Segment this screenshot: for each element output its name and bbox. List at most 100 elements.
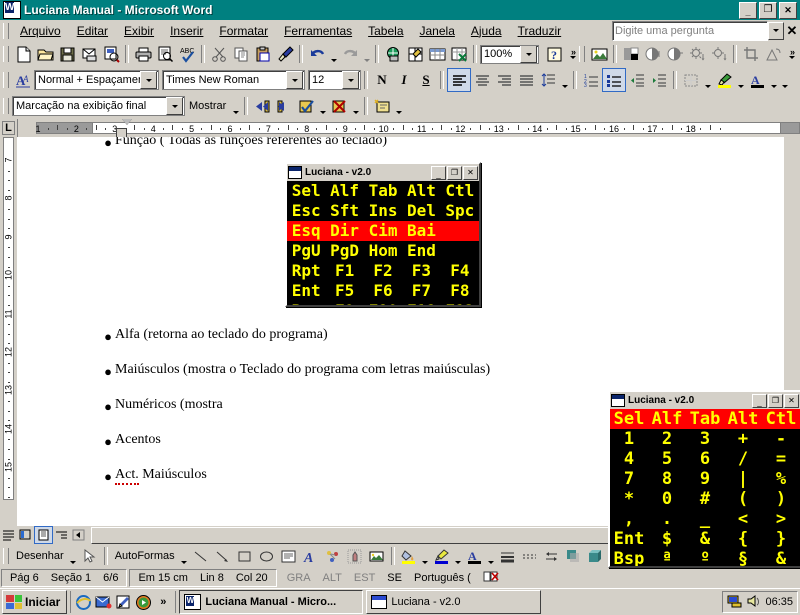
show-desktop-icon[interactable] [113, 592, 133, 612]
keypad-key[interactable]: F1 [325, 261, 363, 281]
web-layout-view-icon[interactable] [17, 527, 34, 543]
rectangle-icon[interactable] [234, 545, 256, 567]
line-icon[interactable] [190, 545, 212, 567]
insert-picture-icon[interactable] [588, 43, 610, 65]
menu-ajuda[interactable]: Ajuda [463, 22, 510, 40]
align-right-icon[interactable] [493, 69, 515, 91]
keypad-key[interactable]: Sel [287, 181, 325, 201]
arrow-icon[interactable] [212, 545, 234, 567]
more-buttons-icon[interactable] [779, 68, 790, 92]
keypad-key[interactable]: > [762, 509, 800, 529]
keypad-key[interactable]: F5 [325, 281, 363, 301]
keypad-key[interactable]: F3 [402, 261, 440, 281]
show-menu-button[interactable]: Mostrar [185, 100, 230, 112]
menu-janela[interactable]: Janela [412, 22, 463, 40]
font-combo[interactable]: Times New Roman [162, 70, 305, 90]
keypad-key[interactable]: % [762, 469, 800, 489]
paste-clipboard-icon[interactable] [252, 43, 274, 65]
keypad-key[interactable]: Sel [610, 409, 648, 429]
outline-view-icon[interactable] [53, 527, 70, 543]
keypad-key[interactable]: 0 [648, 489, 686, 509]
keypad-key[interactable]: F8 [441, 281, 479, 301]
keypad-key[interactable]: 1 [610, 429, 648, 449]
insert-table-icon[interactable] [426, 43, 448, 65]
wordart-icon[interactable]: A [300, 545, 322, 567]
keypad-key[interactable]: Hom [364, 241, 402, 261]
increase-indent-icon[interactable] [648, 69, 670, 91]
new-comment-icon[interactable] [371, 95, 393, 117]
keypad-key[interactable]: Dir [325, 221, 363, 241]
cut-scissors-icon[interactable] [208, 43, 230, 65]
line-color-icon[interactable] [431, 545, 453, 567]
ask-close-button[interactable]: ✕ [784, 23, 800, 39]
reviewing-toolbar-grip[interactable] [3, 98, 9, 114]
less-brightness-icon[interactable] [708, 43, 730, 65]
restore-button[interactable]: ❐ [768, 393, 783, 408]
autoshapes-menu-button[interactable]: AutoFormas [111, 550, 179, 562]
text-box-icon[interactable] [278, 545, 300, 567]
new-comment-dropdown[interactable] [393, 94, 404, 118]
reject-change-dropdown[interactable] [350, 94, 361, 118]
keypad-key[interactable]: PgU [287, 241, 325, 261]
keypad-key[interactable]: / [724, 449, 762, 469]
keypad-key[interactable]: { [724, 529, 762, 549]
keypad-key[interactable]: F9 [325, 301, 363, 305]
keypad-key[interactable]: F6 [364, 281, 402, 301]
undo-dropdown[interactable] [328, 42, 339, 66]
keypad-key[interactable]: º [686, 549, 724, 566]
font-dropdown-button[interactable] [286, 71, 303, 89]
keypad-key[interactable]: Del [402, 201, 440, 221]
keypad-key[interactable]: ( [724, 489, 762, 509]
keypad-key[interactable]: Bsp [610, 549, 648, 566]
shadow-style-icon[interactable] [563, 545, 585, 567]
line-spacing-dropdown[interactable] [559, 68, 570, 92]
font-color-dropdown[interactable] [768, 68, 779, 92]
more-contrast-icon[interactable] [642, 43, 664, 65]
autoshapes-dropdown[interactable] [179, 544, 190, 568]
clip-art-icon[interactable] [344, 545, 366, 567]
keypad-key[interactable]: . [648, 509, 686, 529]
keypad-key[interactable]: 6 [686, 449, 724, 469]
highlight-color-icon[interactable] [713, 69, 735, 91]
status-est[interactable]: EST [348, 572, 381, 584]
copy-icon[interactable] [230, 43, 252, 65]
align-left-icon[interactable] [447, 68, 471, 92]
reject-change-icon[interactable] [328, 95, 350, 117]
normal-view-icon[interactable] [0, 527, 17, 543]
print-preview-icon[interactable] [154, 43, 176, 65]
more-brightness-icon[interactable] [686, 43, 708, 65]
draw-menu-button[interactable]: Desenhar [12, 550, 68, 562]
font-color-dropdown[interactable] [486, 544, 497, 568]
tab-stop-selector[interactable]: L [0, 119, 18, 137]
network-icon[interactable] [727, 594, 743, 611]
ask-a-question-input[interactable]: Digite uma pergunta [612, 20, 768, 41]
keypad-key[interactable]: Ent [610, 529, 648, 549]
media-player-icon[interactable] [133, 592, 153, 612]
keypad-key[interactable]: = [762, 449, 800, 469]
keypad-key[interactable]: * [610, 489, 648, 509]
restore-button[interactable]: ❐ [447, 165, 462, 180]
keypad-key[interactable]: ) [762, 489, 800, 509]
align-center-icon[interactable] [471, 69, 493, 91]
format-painter-icon[interactable] [274, 43, 296, 65]
keypad-key[interactable]: } [762, 529, 800, 549]
font-size-dropdown-button[interactable] [342, 71, 359, 89]
menu-editar[interactable]: Editar [69, 22, 116, 40]
status-language[interactable]: Português ( [408, 572, 477, 584]
keypad-key[interactable]: Esc [287, 201, 325, 221]
print-icon[interactable] [132, 43, 154, 65]
keypad-key[interactable]: # [686, 489, 724, 509]
keypad-key[interactable]: End [402, 241, 440, 261]
minimize-button[interactable]: _ [431, 165, 446, 180]
outlook-express-icon[interactable] [93, 592, 113, 612]
keypad-key[interactable]: 4 [610, 449, 648, 469]
drawing-toolbar-grip[interactable] [3, 548, 9, 564]
font-color-icon[interactable]: A [746, 69, 768, 91]
spelling-status-icon[interactable] [477, 570, 505, 586]
keypad-key[interactable]: PgD [325, 241, 363, 261]
first-line-indent-marker[interactable] [122, 119, 132, 125]
color-mode-icon[interactable] [620, 43, 642, 65]
keypad-key[interactable]: _ [686, 509, 724, 529]
accept-change-dropdown[interactable] [317, 94, 328, 118]
save-disk-icon[interactable] [56, 43, 78, 65]
